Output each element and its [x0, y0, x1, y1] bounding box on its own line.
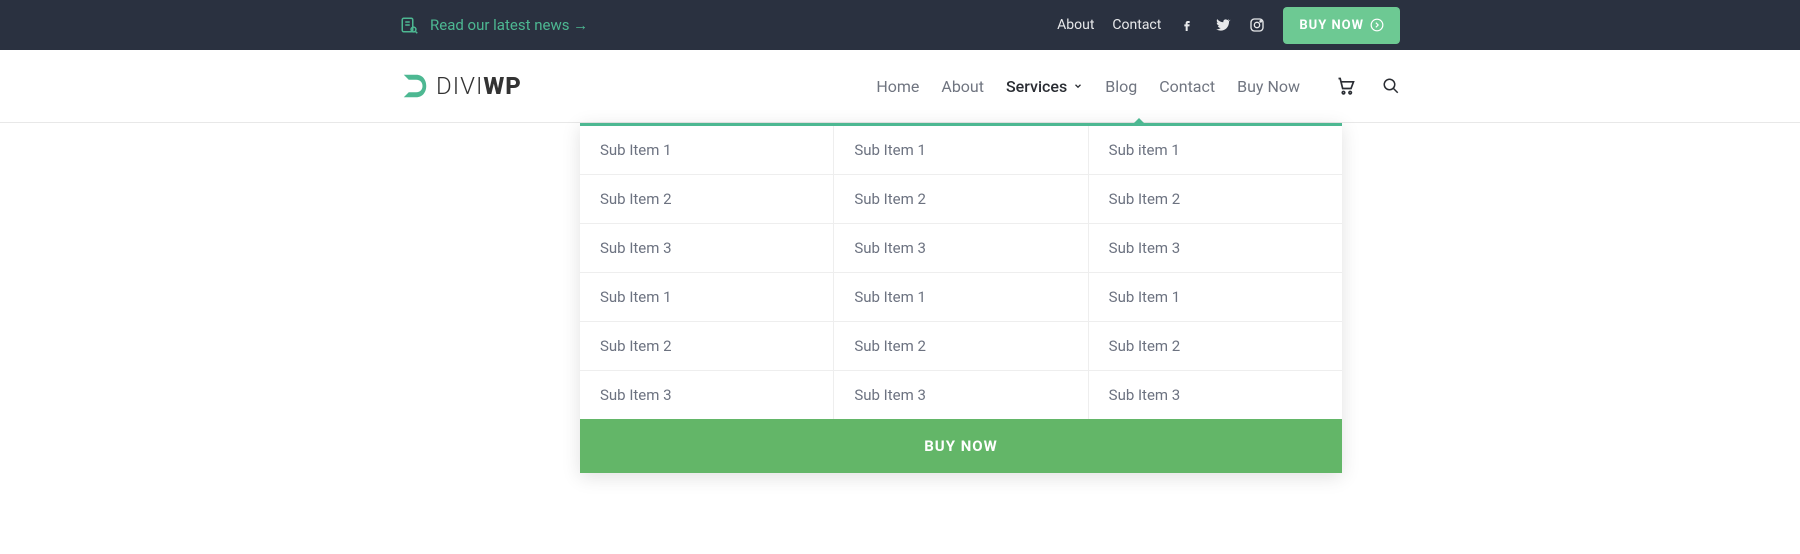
mega-col-1: Sub Item 1 Sub Item 2 Sub Item 3 Sub Ite…	[580, 126, 834, 419]
mega-item[interactable]: Sub Item 3	[1089, 224, 1342, 273]
search-icon[interactable]	[1382, 77, 1400, 95]
buy-now-button-top[interactable]: BUY NOW	[1283, 7, 1400, 44]
mega-item[interactable]: Sub Item 3	[834, 224, 1087, 273]
nav-services[interactable]: Services	[1006, 77, 1083, 96]
topbar-right: About Contact BUY NOW	[1057, 7, 1400, 44]
mega-item[interactable]: Sub Item 2	[580, 175, 833, 224]
mega-item[interactable]: Sub Item 1	[1089, 273, 1342, 322]
topbar-link-contact[interactable]: Contact	[1112, 17, 1161, 33]
topbar-link-about[interactable]: About	[1057, 17, 1094, 33]
topbar: Read our latest news → About Contact BUY…	[0, 0, 1800, 50]
mega-item[interactable]: Sub item 1	[1089, 126, 1342, 175]
mega-item[interactable]: Sub Item 2	[834, 175, 1087, 224]
logo-mark	[400, 71, 430, 101]
nav-contact[interactable]: Contact	[1159, 77, 1215, 96]
mega-item[interactable]: Sub Item 1	[834, 273, 1087, 322]
mega-item[interactable]: Sub Item 2	[1089, 175, 1342, 224]
dropdown-arrow-icon	[1131, 118, 1147, 126]
mega-item[interactable]: Sub Item 1	[580, 273, 833, 322]
facebook-icon[interactable]	[1179, 17, 1195, 33]
mega-item[interactable]: Sub Item 3	[1089, 371, 1342, 419]
nav-buy-now[interactable]: Buy Now	[1237, 77, 1300, 96]
mega-item[interactable]: Sub Item 1	[580, 126, 833, 175]
nav-about[interactable]: About	[941, 77, 984, 96]
mega-menu-wrap: Sub Item 1 Sub Item 2 Sub Item 3 Sub Ite…	[0, 123, 1800, 473]
chevron-down-icon	[1073, 81, 1083, 91]
arrow-circle-icon	[1370, 18, 1384, 32]
mega-cta-buy-now[interactable]: BUY NOW	[580, 419, 1342, 473]
nav-icons	[1336, 76, 1400, 96]
buy-now-label: BUY NOW	[1299, 18, 1364, 33]
mega-item[interactable]: Sub Item 1	[834, 126, 1087, 175]
mega-col-2: Sub Item 1 Sub Item 2 Sub Item 3 Sub Ite…	[834, 126, 1088, 419]
instagram-icon[interactable]	[1249, 17, 1265, 33]
mega-item[interactable]: Sub Item 3	[580, 224, 833, 273]
logo-text: DIVIWP	[436, 72, 522, 100]
main-nav: Home About Services Blog Contact Buy Now	[876, 76, 1400, 96]
topbar-left: Read our latest news →	[400, 16, 588, 34]
mega-columns: Sub Item 1 Sub Item 2 Sub Item 3 Sub Ite…	[580, 126, 1342, 419]
topbar-inner: Read our latest news → About Contact BUY…	[400, 7, 1400, 44]
mainbar-wrap: DIVIWP Home About Services Blog Contact …	[0, 50, 1800, 123]
news-link[interactable]: Read our latest news →	[430, 16, 588, 34]
nav-services-label: Services	[1006, 77, 1067, 96]
nav-blog[interactable]: Blog	[1105, 77, 1137, 96]
mega-item[interactable]: Sub Item 2	[1089, 322, 1342, 371]
cart-icon[interactable]	[1336, 76, 1356, 96]
twitter-icon[interactable]	[1213, 16, 1231, 34]
mainbar: DIVIWP Home About Services Blog Contact …	[400, 50, 1400, 122]
news-icon	[400, 16, 418, 34]
logo[interactable]: DIVIWP	[400, 71, 522, 101]
mega-item[interactable]: Sub Item 3	[834, 371, 1087, 419]
nav-home[interactable]: Home	[876, 77, 919, 96]
mega-item[interactable]: Sub Item 2	[834, 322, 1087, 371]
mega-col-3: Sub item 1 Sub Item 2 Sub Item 3 Sub Ite…	[1089, 126, 1342, 419]
mega-item[interactable]: Sub Item 2	[580, 322, 833, 371]
mega-item[interactable]: Sub Item 3	[580, 371, 833, 419]
mega-menu: Sub Item 1 Sub Item 2 Sub Item 3 Sub Ite…	[580, 123, 1342, 473]
